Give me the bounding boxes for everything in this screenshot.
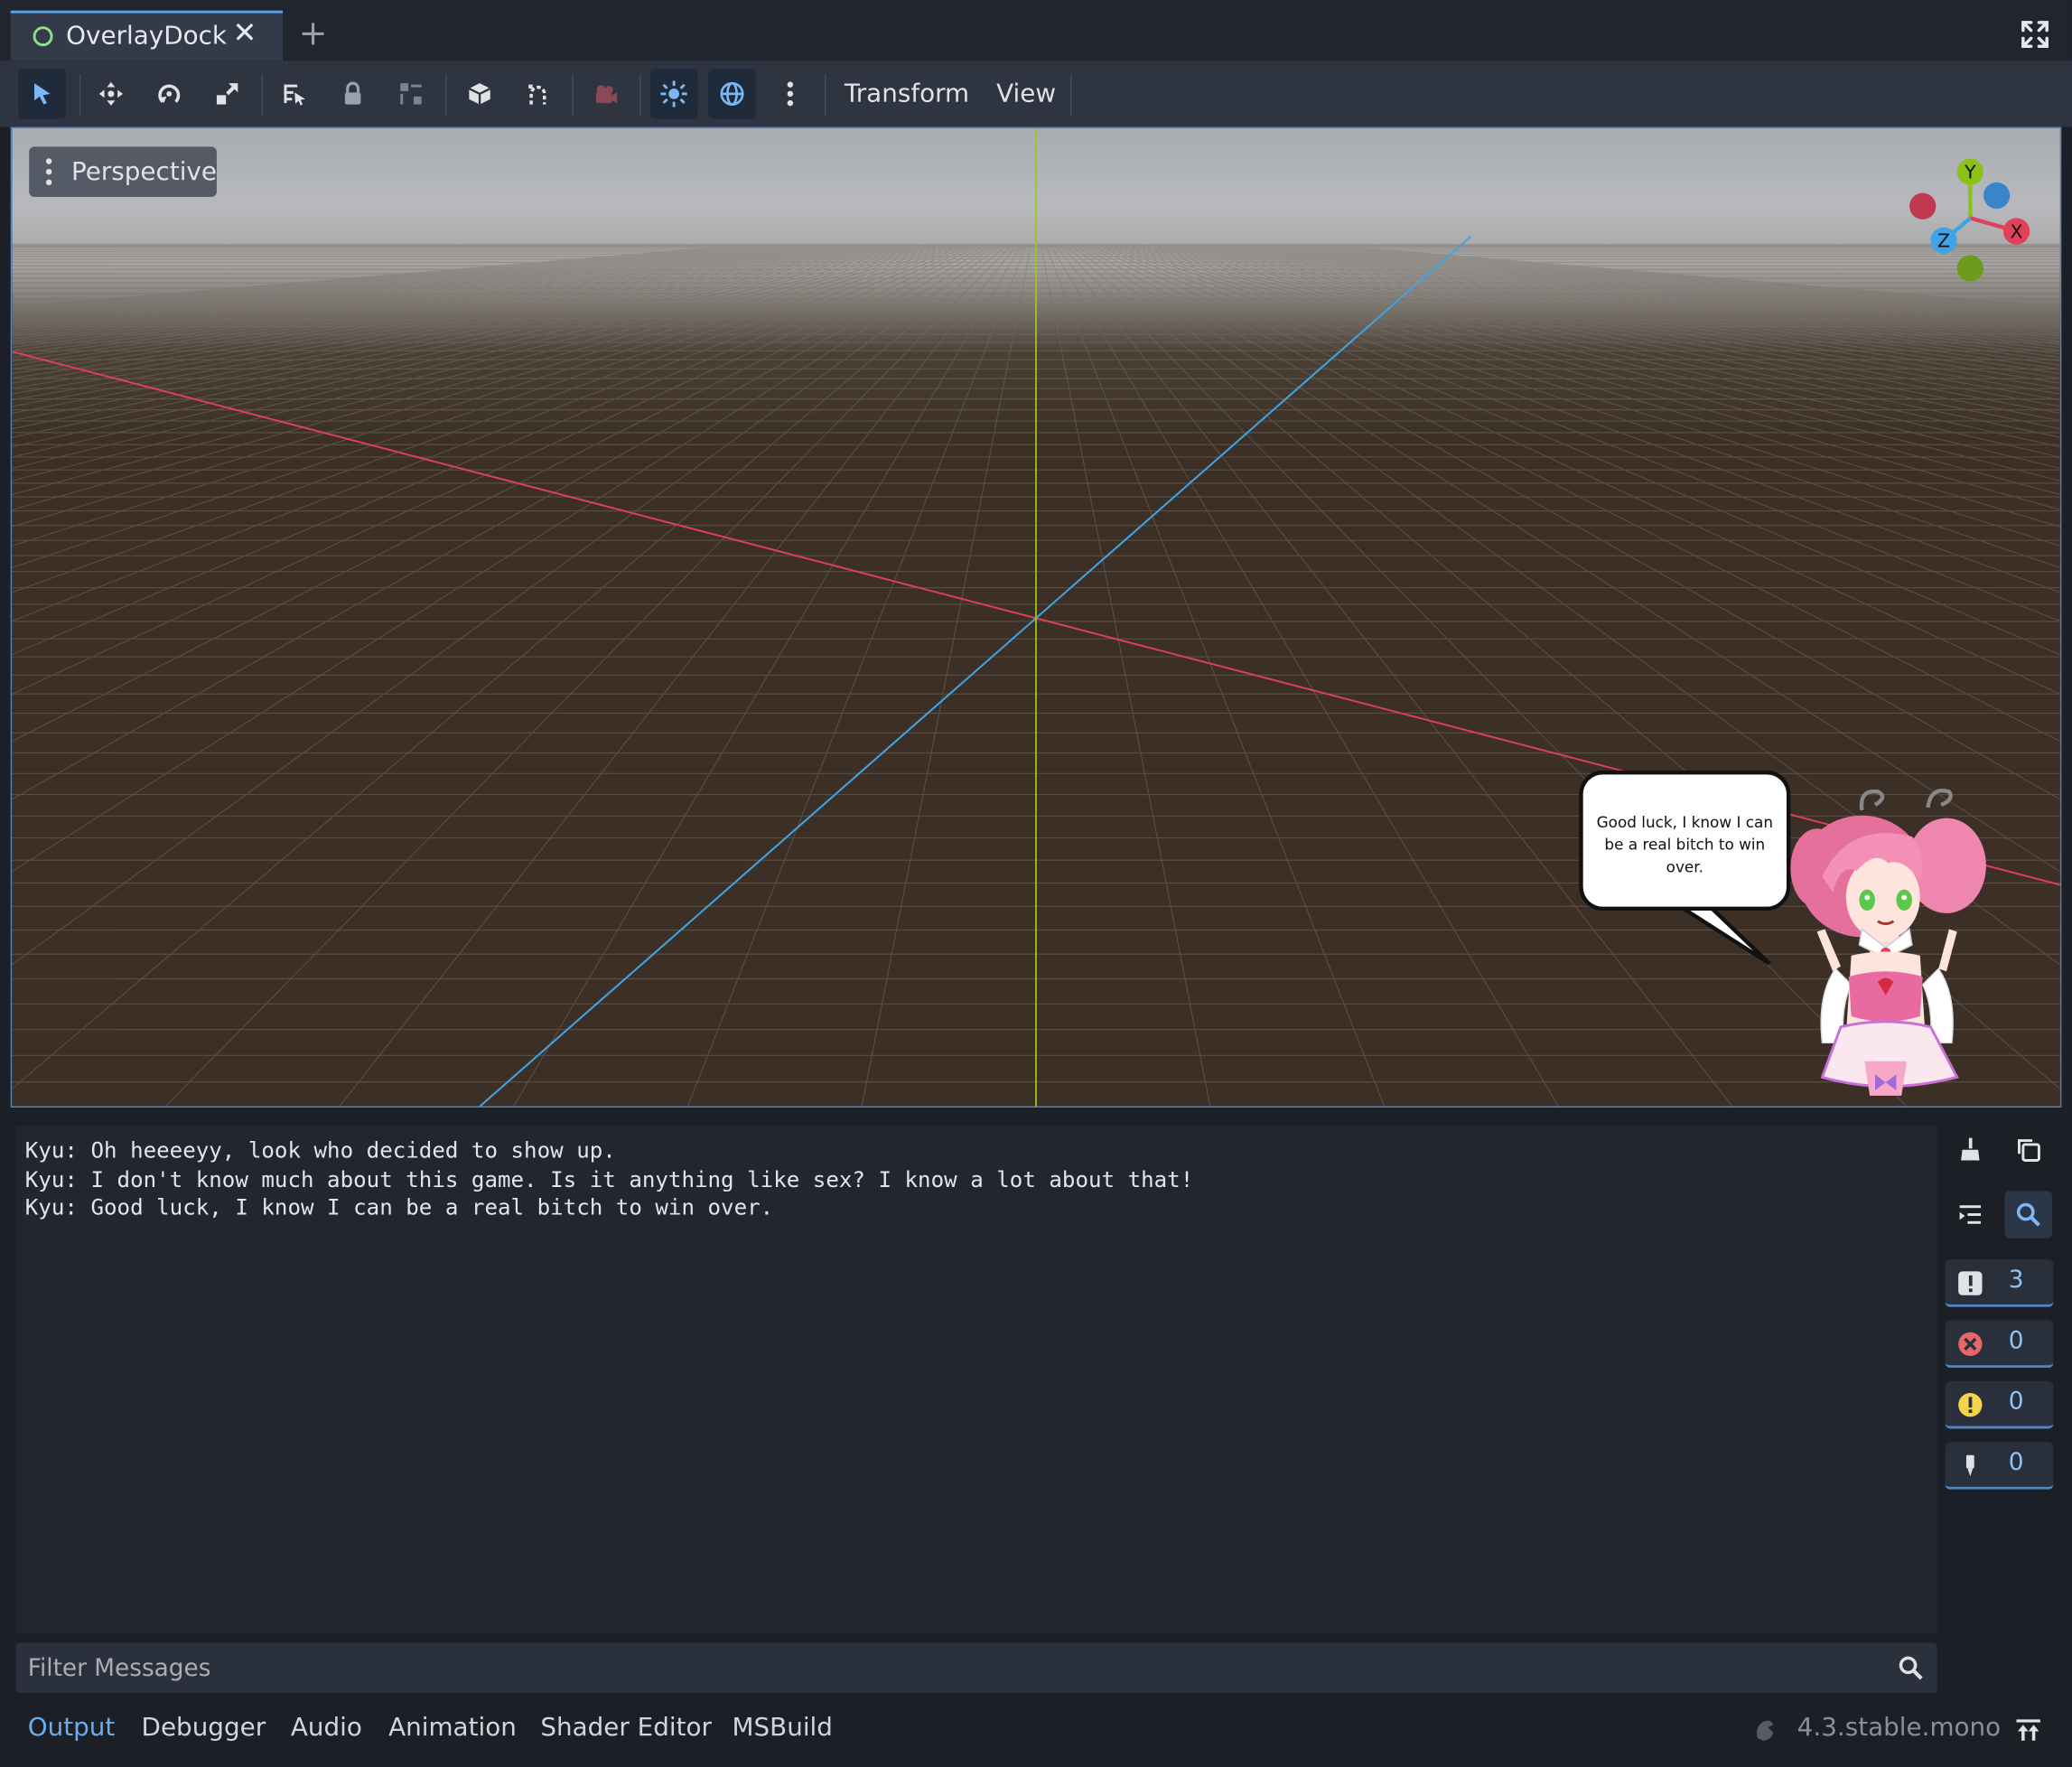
tab-debugger[interactable]: Debugger	[142, 1713, 266, 1742]
clear-log-button[interactable]	[1946, 1126, 1994, 1173]
output-log-panel[interactable]: Kyu: Oh heeeeyy, look who decided to sho…	[15, 1126, 1937, 1634]
gizmo-x-label: X	[2011, 220, 2023, 242]
bottom-panel-tabs: Output Debugger Audio Animation Shader E…	[0, 1699, 2072, 1767]
errors-filter-toggle[interactable]: 0	[1945, 1320, 2054, 1369]
error-icon	[1958, 1332, 1983, 1357]
environment-preview-toggle[interactable]	[708, 69, 756, 119]
view-menu[interactable]: View	[996, 79, 1056, 108]
collapse-duplicates-button[interactable]	[1946, 1191, 1994, 1239]
more-options-button[interactable]	[767, 69, 815, 119]
kebab-menu-icon	[45, 158, 52, 186]
camera-icon	[595, 85, 618, 104]
sun-preview-toggle[interactable]	[649, 69, 698, 119]
speech-bubble-tail	[1670, 902, 1771, 966]
tab-msbuild[interactable]: MSBuild	[733, 1713, 833, 1742]
cube-icon	[468, 83, 491, 105]
search-icon	[1899, 1656, 1923, 1680]
version-label[interactable]: 4.3.stable.mono	[1797, 1713, 2001, 1742]
camera-preview-button[interactable]	[582, 69, 630, 119]
list-select-button[interactable]	[271, 69, 319, 119]
show-search-button[interactable]	[2004, 1191, 2053, 1239]
magnet-icon	[528, 84, 546, 105]
orientation-gizmo[interactable]: Y X Z	[1901, 154, 2039, 286]
tab-animation[interactable]: Animation	[388, 1713, 517, 1742]
close-icon[interactable]: ✕	[232, 17, 257, 51]
perspective-label: Perspective	[71, 157, 218, 187]
speech-text: Good luck, I know I can be a real bitch …	[1596, 812, 1773, 876]
list-select-icon	[284, 84, 305, 106]
messages-filter-toggle[interactable]: 3	[1945, 1259, 2054, 1307]
neg-y-handle[interactable]	[1956, 255, 1983, 282]
speech-bubble: Good luck, I know I can be a real bitch …	[1579, 770, 1791, 912]
broom-icon	[1961, 1137, 1980, 1161]
group-button[interactable]	[387, 69, 435, 119]
3d-viewport[interactable]: Perspective Y X Z Good luck, I know I ca…	[10, 126, 2062, 1108]
gizmo-y-label: Y	[1964, 162, 1976, 183]
tab-audio[interactable]: Audio	[291, 1713, 362, 1742]
warning-icon	[1958, 1393, 1983, 1417]
transform-menu[interactable]: Transform	[845, 79, 969, 108]
local-space-button[interactable]	[456, 69, 504, 119]
move-icon	[98, 81, 124, 107]
copy-icon	[2018, 1139, 2040, 1162]
lock-icon	[344, 81, 361, 105]
scene-tab-bar: OverlayDock ✕ +	[0, 0, 2072, 61]
scale-icon	[216, 83, 238, 105]
sun-icon	[660, 80, 687, 108]
errors-count: 0	[2008, 1326, 2024, 1355]
editor-messages-filter-toggle[interactable]: 0	[1945, 1442, 2054, 1490]
move-tool-button[interactable]	[88, 69, 135, 119]
tab-label: OverlayDock	[66, 21, 228, 51]
select-arrow-icon	[34, 83, 51, 105]
filter-messages-input[interactable]	[15, 1642, 1866, 1694]
search-icon	[2016, 1202, 2040, 1227]
log-line: Kyu: I don't know much about this game. …	[24, 1166, 1194, 1192]
lock-button[interactable]	[329, 69, 377, 119]
warnings-count: 0	[2008, 1388, 2024, 1416]
gizmo-z-label: Z	[1937, 230, 1950, 252]
kyu-character-sprite	[1790, 789, 1986, 1096]
perspective-menu-button[interactable]: Perspective	[29, 146, 217, 197]
editor-message-icon	[1965, 1454, 1974, 1477]
log-line: Kyu: Oh heeeeyy, look who decided to sho…	[24, 1137, 616, 1164]
filter-messages-field[interactable]	[15, 1642, 1937, 1694]
select-tool-button[interactable]	[18, 69, 67, 119]
rotate-tool-button[interactable]	[145, 69, 193, 119]
add-tab-icon[interactable]: +	[299, 14, 328, 54]
node-3d-icon	[33, 26, 53, 47]
snap-button[interactable]	[514, 69, 562, 119]
distraction-free-icon[interactable]	[2019, 18, 2050, 50]
warnings-filter-toggle[interactable]: 0	[1945, 1380, 2054, 1429]
globe-icon	[720, 81, 744, 106]
scale-tool-button[interactable]	[203, 69, 251, 119]
rotate-icon	[158, 84, 181, 104]
collapse-icon	[1959, 1205, 1982, 1224]
kebab-menu-icon	[787, 81, 794, 107]
tab-shader-editor[interactable]: Shader Editor	[540, 1713, 712, 1742]
neg-x-handle[interactable]	[1909, 192, 1937, 220]
editor-count: 0	[2008, 1448, 2024, 1477]
tab-overlaydock[interactable]: OverlayDock ✕	[10, 10, 284, 61]
messages-count: 3	[2008, 1266, 2024, 1295]
log-line: Kyu: Good luck, I know I can be a real b…	[24, 1194, 774, 1220]
message-icon	[1958, 1271, 1983, 1295]
neg-z-handle[interactable]	[1983, 182, 2011, 210]
viewport-toolbar: Transform View	[0, 61, 2072, 127]
output-log: Kyu: Oh heeeeyy, look who decided to sho…	[25, 1136, 1193, 1221]
group-icon	[400, 83, 422, 105]
expand-panel-icon[interactable]	[2014, 1716, 2043, 1744]
tab-output[interactable]: Output	[28, 1713, 116, 1742]
godot-version-icon	[1757, 1720, 1774, 1741]
copy-log-button[interactable]	[2004, 1126, 2052, 1173]
